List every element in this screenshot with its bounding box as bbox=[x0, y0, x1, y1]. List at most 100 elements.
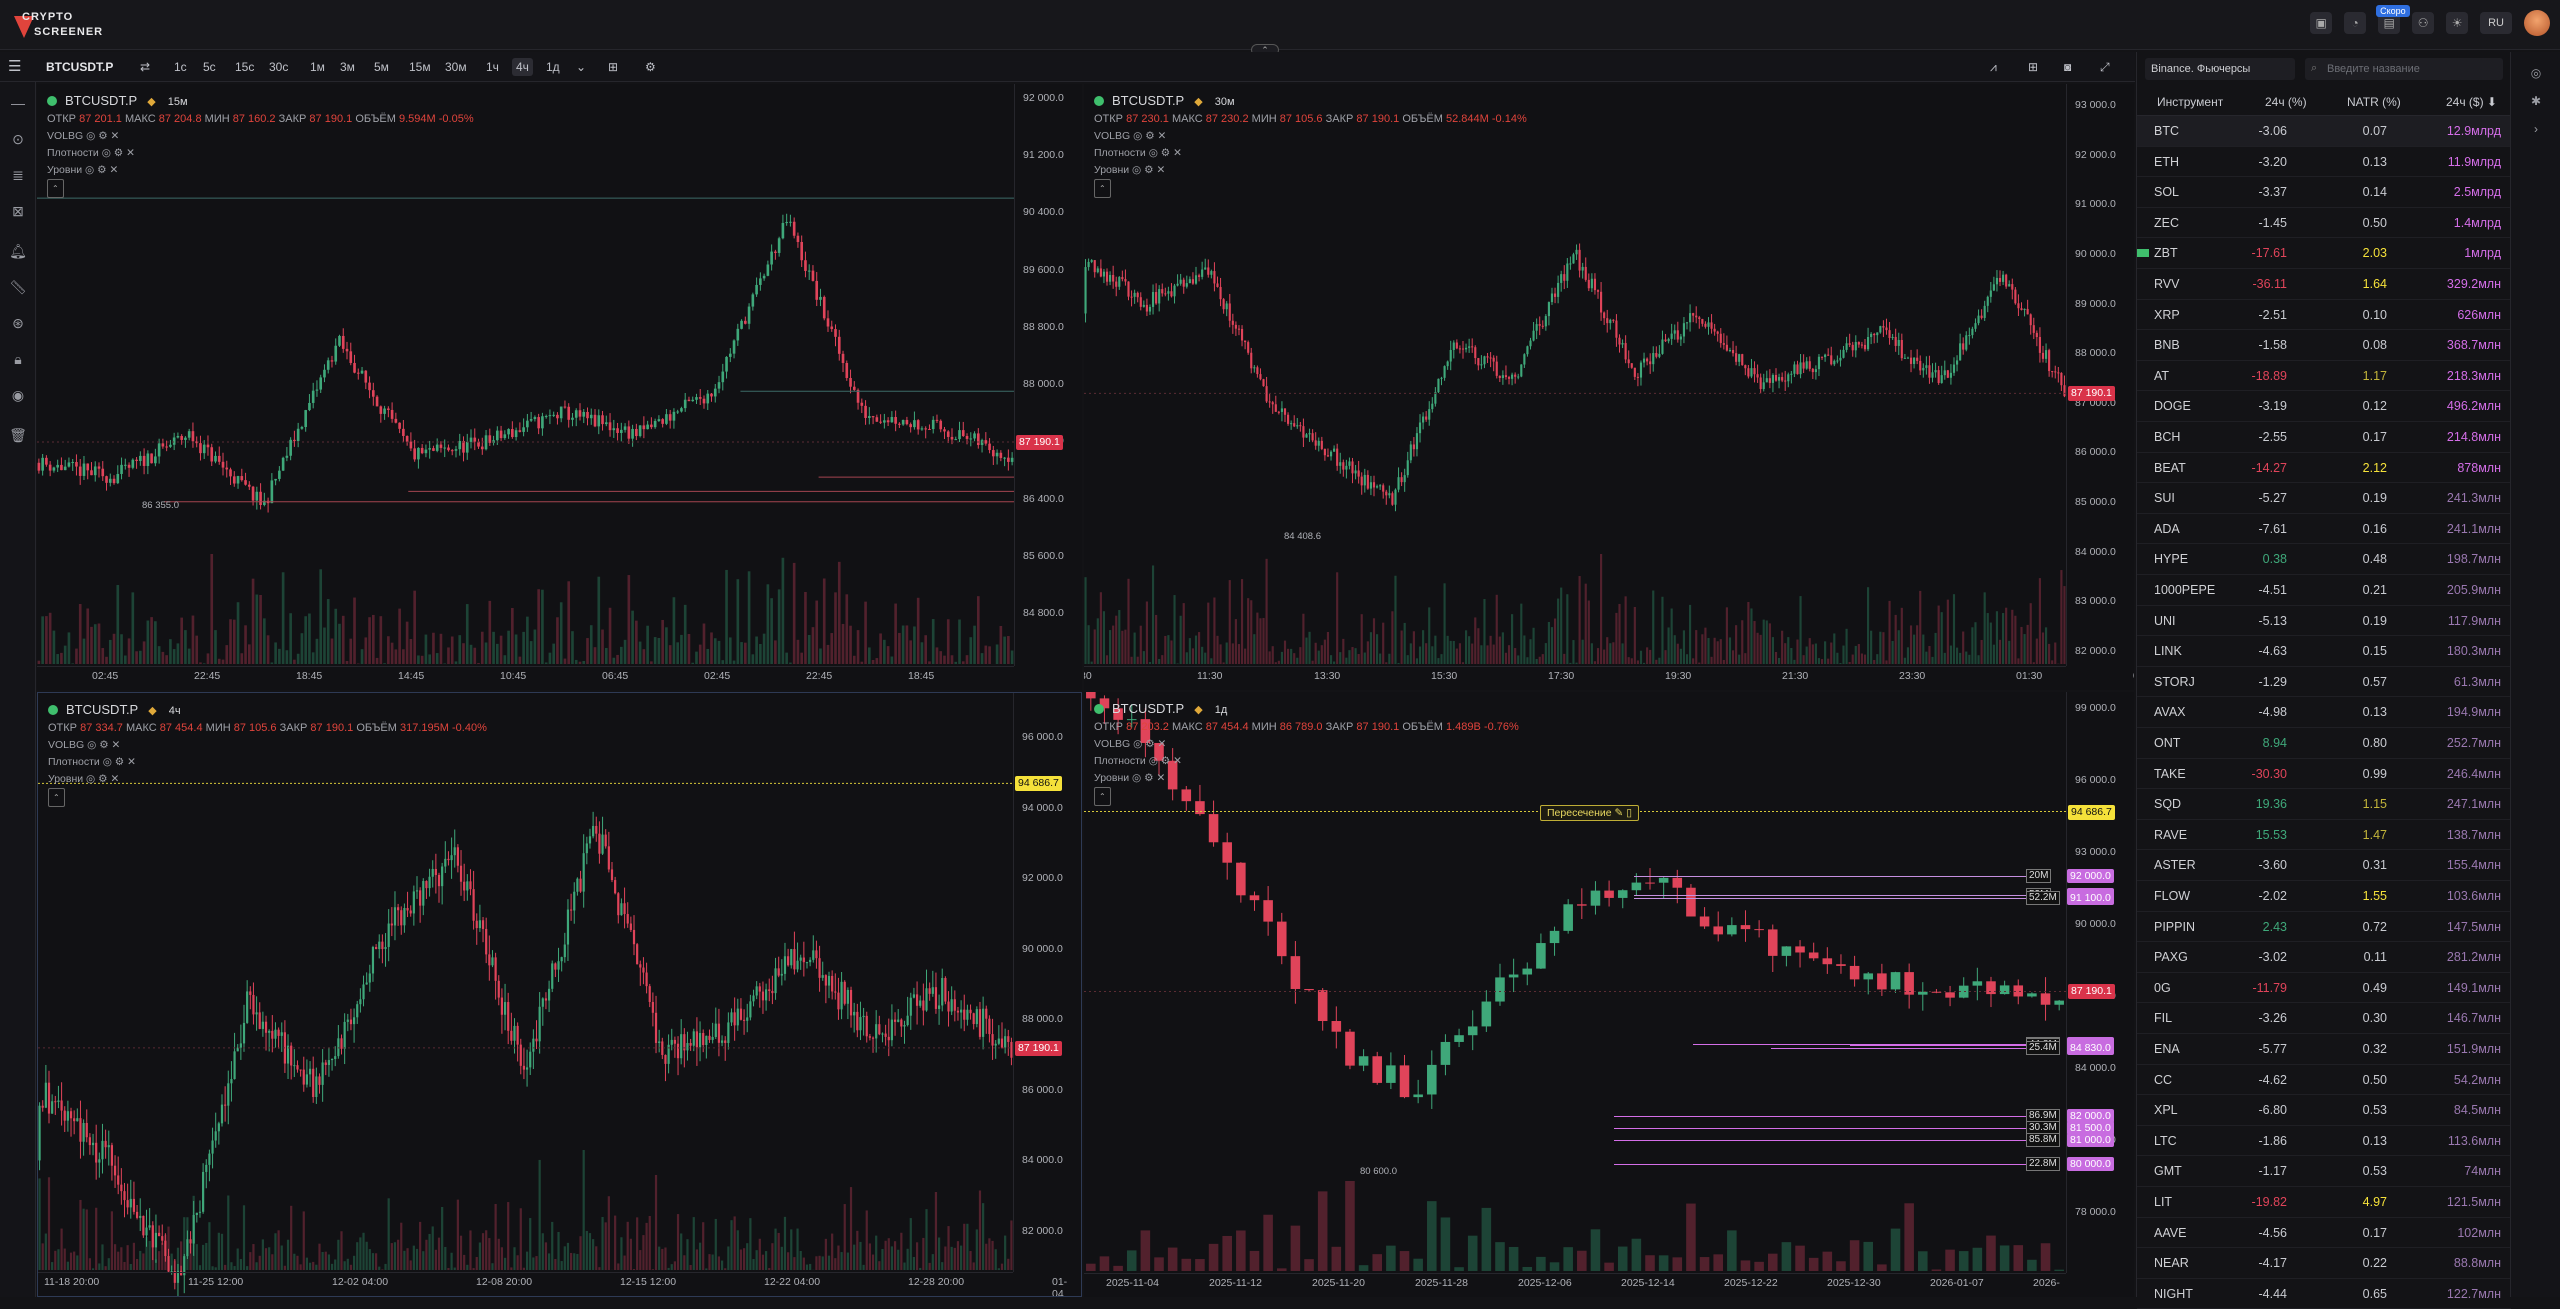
screener-row[interactable]: ONT8.940.80252.7млн bbox=[2137, 728, 2511, 759]
indicator-row[interactable]: Плотности ◎ ⚙ ✕ bbox=[48, 754, 487, 771]
screener-row[interactable]: HYPE0.380.48198.7млн bbox=[2137, 544, 2511, 575]
timeframe-5с[interactable]: 5с bbox=[203, 58, 216, 76]
gear-icon[interactable]: ⚙ bbox=[98, 130, 107, 142]
indicator-row[interactable]: VOLBG ◎ ⚙ ✕ bbox=[47, 128, 474, 145]
chevron-right-icon[interactable]: › bbox=[2528, 122, 2544, 138]
collapse-legend-icon[interactable]: ⌃ bbox=[1094, 179, 1111, 198]
price-scale[interactable]: 99 000.096 000.093 000.090 000.087 000.0… bbox=[2066, 692, 2134, 1273]
timeframe-30с[interactable]: 30с bbox=[269, 58, 288, 76]
header-volume[interactable]: 24ч ($) ⬇ bbox=[2446, 95, 2497, 109]
price-scale[interactable]: 92 000.091 200.090 400.089 600.088 800.0… bbox=[1014, 84, 1082, 666]
timeframe-5м[interactable]: 5м bbox=[374, 58, 389, 76]
chart-panel-30m[interactable]: 93 000.092 000.091 000.090 000.089 000.0… bbox=[1084, 84, 2134, 690]
close-icon[interactable]: ✕ bbox=[1158, 738, 1167, 750]
timeframe-1м[interactable]: 1м bbox=[310, 58, 325, 76]
chart-type-icon[interactable]: ⩘ bbox=[1990, 58, 1997, 76]
theme-sun-icon[interactable]: ☀ bbox=[2446, 12, 2468, 34]
screener-row[interactable]: GMT-1.170.5374млн bbox=[2137, 1156, 2511, 1187]
timeframe-4ч[interactable]: 4ч bbox=[512, 58, 533, 76]
screener-row[interactable]: ASTER-3.600.31155.4млн bbox=[2137, 850, 2511, 881]
time-scale[interactable]: 2025-11-042025-11-122025-11-202025-11-28… bbox=[1084, 1273, 2066, 1291]
gear-icon[interactable]: ⚙ bbox=[1161, 755, 1170, 767]
screener-row[interactable]: ETH-3.200.1311.9млрд bbox=[2137, 147, 2511, 178]
eye-icon[interactable]: ◎ bbox=[1133, 130, 1142, 142]
camera-icon[interactable]: ◙ bbox=[2064, 58, 2071, 76]
fib-tool-icon[interactable]: ≣ bbox=[9, 166, 27, 184]
close-icon[interactable]: ✕ bbox=[1173, 147, 1182, 159]
screener-row[interactable]: SOL-3.370.142.5млрд bbox=[2137, 177, 2511, 208]
app-logo[interactable]: CRYPTO SCREENER bbox=[12, 8, 102, 42]
screener-row[interactable]: BNB-1.580.08368.7млн bbox=[2137, 330, 2511, 361]
calendar-icon[interactable]: ▣ bbox=[2310, 12, 2332, 34]
eye-icon[interactable]: ◎ bbox=[1149, 147, 1158, 159]
avatar[interactable] bbox=[2524, 10, 2550, 36]
menu-icon[interactable]: ☰ bbox=[8, 58, 21, 76]
gear-icon[interactable]: ⚙ bbox=[1144, 164, 1153, 176]
line-tool-icon[interactable]: — bbox=[9, 94, 27, 112]
gear-icon[interactable]: ⚙ bbox=[114, 147, 123, 159]
trash-icon[interactable]: ▯ bbox=[1626, 807, 1632, 819]
indicator-row[interactable]: Уровни ◎ ⚙ ✕ bbox=[47, 162, 474, 179]
close-icon[interactable]: ✕ bbox=[1158, 130, 1167, 142]
crosshair-icon[interactable]: ⊙ bbox=[9, 130, 27, 148]
screener-row[interactable]: ZBT-17.612.031млрд bbox=[2137, 238, 2511, 269]
eye-icon[interactable]: ◎ bbox=[103, 756, 112, 768]
collapse-legend-icon[interactable]: ⌃ bbox=[47, 179, 64, 198]
indicator-row[interactable]: Плотности ◎ ⚙ ✕ bbox=[1094, 145, 1527, 162]
ruler-icon[interactable]: 📏︎ bbox=[9, 278, 27, 296]
language-select[interactable]: RU bbox=[2480, 12, 2512, 34]
edit-icon[interactable]: ✎ bbox=[1615, 807, 1624, 819]
gear-icon[interactable]: ⚙ bbox=[98, 773, 107, 785]
gear-icon[interactable]: ⚙ bbox=[1144, 772, 1153, 784]
gauge-icon[interactable]: ◔ bbox=[2344, 12, 2366, 34]
collapse-legend-icon[interactable]: ⌃ bbox=[1094, 787, 1111, 806]
indicator-row[interactable]: Плотности ◎ ⚙ ✕ bbox=[1094, 753, 1519, 770]
snowflake-icon[interactable]: ✱ bbox=[2528, 94, 2544, 110]
legend-symbol[interactable]: BTCUSDT.P bbox=[1112, 701, 1184, 716]
indicator-row[interactable]: VOLBG ◎ ⚙ ✕ bbox=[1094, 128, 1527, 145]
gear-icon[interactable]: ⚙ bbox=[1161, 147, 1170, 159]
time-scale[interactable]: 02:4522:4518:4514:4510:4506:4502:4522:45… bbox=[37, 666, 1014, 684]
chart-panel-1d[interactable]: 99 000.096 000.093 000.090 000.087 000.0… bbox=[1084, 692, 2134, 1297]
time-scale[interactable]: 3011:3013:3015:3017:3019:3021:3023:3001:… bbox=[1084, 666, 2066, 684]
gear-icon[interactable]: ⚙ bbox=[645, 58, 656, 76]
close-icon[interactable]: ✕ bbox=[126, 147, 135, 159]
screener-row[interactable]: FIL-3.260.30146.7млн bbox=[2137, 1003, 2511, 1034]
screener-row[interactable]: BTC-3.060.0712.9млрд bbox=[2137, 116, 2511, 147]
indicator-row[interactable]: Плотности ◎ ⚙ ✕ bbox=[47, 145, 474, 162]
screener-row[interactable]: ENA-5.770.32151.9млн bbox=[2137, 1034, 2511, 1065]
eye-icon[interactable]: ◎ bbox=[1149, 755, 1158, 767]
screener-row[interactable]: SQD19.361.15247.1млн bbox=[2137, 789, 2511, 820]
search-input[interactable]: Введите название bbox=[2305, 58, 2503, 80]
screener-row[interactable]: STORJ-1.290.5761.3млн bbox=[2137, 667, 2511, 698]
screener-row[interactable]: LIT-19.824.97121.5млн bbox=[2137, 1187, 2511, 1218]
alert-bell-icon[interactable]: 🔔︎ bbox=[9, 242, 27, 260]
fullscreen-icon[interactable]: ⤢ bbox=[2100, 58, 2110, 76]
screener-row[interactable]: LTC-1.860.13113.6млн bbox=[2137, 1126, 2511, 1157]
screener-row[interactable]: BEAT-14.272.12878млн bbox=[2137, 453, 2511, 484]
chart-panel-15m[interactable]: 92 000.091 200.090 400.089 600.088 800.0… bbox=[37, 84, 1082, 690]
eye-icon[interactable]: ◎ bbox=[85, 164, 94, 176]
eye-icon[interactable]: ◎ bbox=[87, 739, 96, 751]
screener-row[interactable]: NEAR-4.170.2288.8млн bbox=[2137, 1248, 2511, 1279]
screener-row[interactable]: NIGHT-4.440.65122.7млн bbox=[2137, 1279, 2511, 1309]
gear-icon[interactable]: ⚙ bbox=[97, 164, 106, 176]
screener-row[interactable]: XPL-6.800.5384.5млн bbox=[2137, 1095, 2511, 1126]
header-instrument[interactable]: Инструмент bbox=[2157, 95, 2223, 109]
close-icon[interactable]: ✕ bbox=[1173, 755, 1182, 767]
screener-row[interactable]: RVV-36.111.64329.2млн bbox=[2137, 269, 2511, 300]
star-icon[interactable]: ◆ bbox=[1194, 96, 1202, 108]
trash-icon[interactable]: 🗑︎ bbox=[9, 426, 27, 444]
timeframe-1с[interactable]: 1с bbox=[174, 58, 187, 76]
timeframe-1д[interactable]: 1д bbox=[546, 58, 560, 76]
screener-row[interactable]: PIPPIN2.430.72147.5млн bbox=[2137, 912, 2511, 943]
users-icon[interactable]: ⚇ bbox=[2412, 12, 2434, 34]
price-scale[interactable]: 93 000.092 000.091 000.090 000.089 000.0… bbox=[2066, 84, 2134, 666]
close-icon[interactable]: ✕ bbox=[112, 739, 121, 751]
close-icon[interactable]: ✕ bbox=[111, 130, 120, 142]
screener-row[interactable]: CC-4.620.5054.2млн bbox=[2137, 1065, 2511, 1096]
star-icon[interactable]: ◆ bbox=[148, 705, 156, 717]
timeframe-15с[interactable]: 15с bbox=[235, 58, 254, 76]
close-icon[interactable]: ✕ bbox=[1156, 772, 1165, 784]
screener-row[interactable]: AT-18.891.17218.3млн bbox=[2137, 361, 2511, 392]
